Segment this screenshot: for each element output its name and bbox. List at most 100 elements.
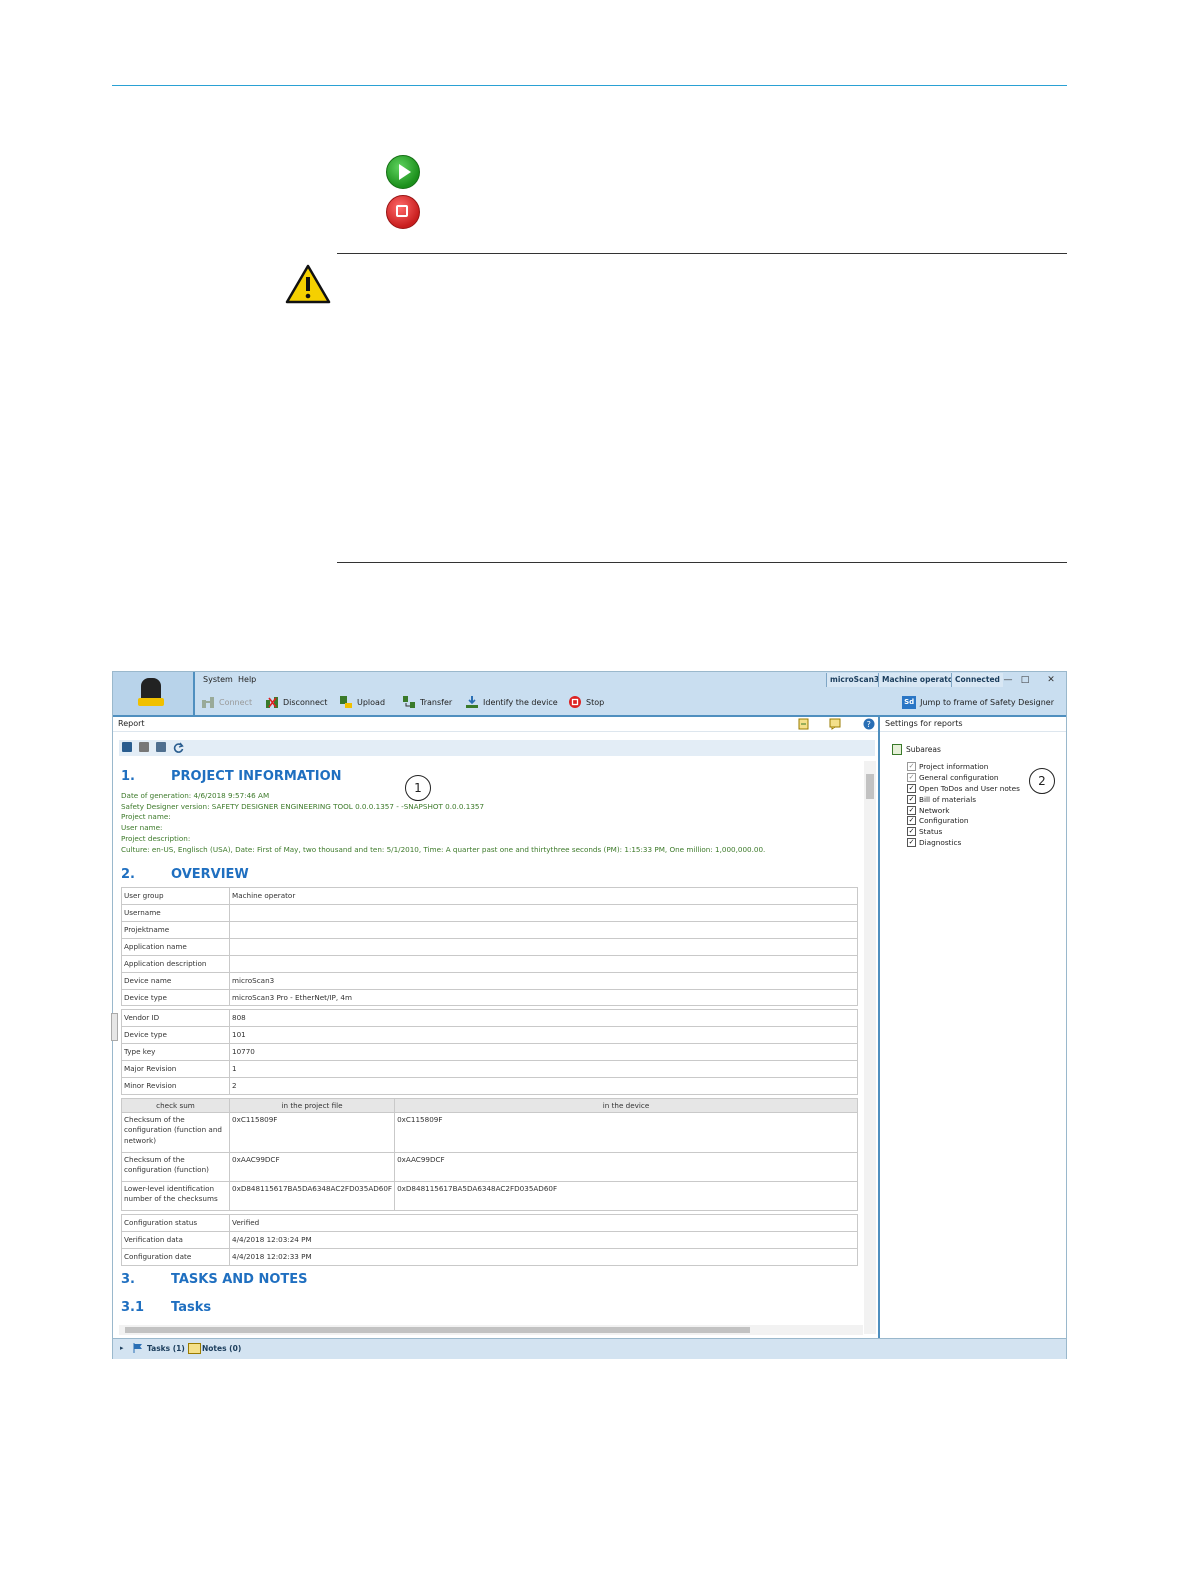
expand-arrow-icon[interactable]: ▸ bbox=[120, 1344, 124, 1352]
stop-button[interactable]: Stop bbox=[568, 694, 604, 710]
subarea-checkbox-item[interactable]: ✓ Project information bbox=[907, 761, 1020, 772]
meta-line: Project description: bbox=[121, 833, 191, 843]
subarea-checkbox-item[interactable]: ✓ Bill of materials bbox=[907, 794, 1020, 805]
row-value: 0xAAC99DCF bbox=[228, 1151, 396, 1182]
help-icon[interactable]: ? bbox=[863, 718, 875, 730]
status-bar: ▸ Tasks (1) Notes (0) bbox=[113, 1338, 1066, 1359]
subarea-checkbox-item[interactable]: ✓ Configuration bbox=[907, 815, 1020, 826]
row-label: Checksum of the configuration (function … bbox=[121, 1111, 230, 1153]
table-row: Application name bbox=[121, 937, 858, 956]
subarea-checkbox-item[interactable]: ✓ Diagnostics bbox=[907, 837, 1020, 848]
meta-line: Date of generation: 4/6/2018 9:57:46 AM bbox=[121, 791, 270, 800]
connect-icon bbox=[201, 695, 215, 709]
maximize-icon[interactable]: □ bbox=[1017, 673, 1033, 687]
report-content: 1. PROJECT INFORMATION Date of generation… bbox=[121, 769, 861, 1334]
row-label: User group bbox=[121, 887, 230, 906]
section-heading-overview: 2. OVERVIEW bbox=[121, 867, 249, 883]
tasks-tab[interactable]: Tasks (1) bbox=[147, 1344, 185, 1353]
section-heading-tasks: 3.1 Tasks bbox=[121, 1299, 212, 1315]
vertical-scrollbar[interactable] bbox=[864, 761, 876, 1334]
table-row: Device type microScan3 Pro - EtherNet/IP,… bbox=[121, 988, 858, 1007]
title-bar: System Help Connect Disconnect Upload Tr… bbox=[113, 672, 1066, 717]
close-icon[interactable]: ✕ bbox=[1043, 673, 1059, 687]
minimize-icon[interactable]: — bbox=[1000, 673, 1016, 687]
checkbox[interactable]: ✓ bbox=[907, 794, 916, 804]
checkbox[interactable]: ✓ bbox=[907, 816, 916, 826]
section-heading-tasks-and-notes: 3. TASKS AND NOTES bbox=[121, 1271, 308, 1287]
checkbox[interactable]: ✓ bbox=[907, 805, 916, 815]
table-row: Lower-level identification number of the… bbox=[121, 1180, 858, 1211]
subarea-checkbox-item[interactable]: ✓ Status bbox=[907, 826, 1020, 837]
report-toolbar bbox=[119, 740, 875, 756]
row-label: Minor Revision bbox=[121, 1077, 230, 1095]
row-value: 10770 bbox=[229, 1043, 858, 1062]
collapse-handle[interactable] bbox=[111, 1013, 118, 1041]
identify-device-button[interactable]: Identify the device bbox=[465, 694, 558, 710]
menu-help[interactable]: Help bbox=[238, 675, 256, 684]
row-label: Major Revision bbox=[121, 1060, 230, 1079]
subarea-label: Open ToDos and User notes bbox=[919, 783, 1020, 793]
ids-table: Vendor ID 808 Device type 101 Type key 10770 M… bbox=[121, 1009, 858, 1095]
subarea-label: Configuration bbox=[919, 816, 969, 826]
upload-button[interactable]: Upload bbox=[339, 694, 385, 710]
row-value: 2 bbox=[229, 1077, 858, 1095]
column-header: check sum bbox=[121, 1097, 230, 1113]
warning-bottom-rule bbox=[337, 562, 1067, 563]
print-icon[interactable] bbox=[139, 742, 149, 752]
horizontal-scrollbar[interactable] bbox=[119, 1325, 863, 1335]
subarea-checkbox-item[interactable]: ✓ Open ToDos and User notes bbox=[907, 783, 1020, 794]
checkbox[interactable]: ✓ bbox=[907, 838, 916, 848]
table-row: Checksum of the configuration (function)… bbox=[121, 1151, 858, 1182]
row-label: Configuration date bbox=[121, 1247, 230, 1266]
menu-system[interactable]: System bbox=[203, 675, 233, 684]
table-row: Verification data 4/4/2018 12:03:24 PM bbox=[121, 1230, 858, 1249]
table-row: Configuration status Verified bbox=[121, 1213, 858, 1232]
row-label: Device type bbox=[121, 1026, 230, 1045]
checkbox[interactable]: ✓ bbox=[907, 761, 916, 771]
notes-tab[interactable]: Notes (0) bbox=[202, 1344, 241, 1353]
export-icon[interactable] bbox=[798, 718, 810, 730]
checkbox[interactable]: ✓ bbox=[907, 772, 916, 782]
row-value: Verified bbox=[229, 1213, 858, 1232]
row-value: 0xC115809F bbox=[394, 1111, 858, 1153]
comment-icon[interactable] bbox=[829, 718, 841, 730]
table-row: Type key 10770 bbox=[121, 1043, 858, 1062]
disconnect-button[interactable]: Disconnect bbox=[265, 694, 327, 710]
table-row: User group Machine operator bbox=[121, 887, 858, 906]
meta-line: Culture: en-US, Englisch (USA), Date: Fi… bbox=[121, 844, 766, 854]
row-label: Device name bbox=[121, 971, 230, 990]
transfer-button[interactable]: Transfer bbox=[402, 694, 452, 710]
safety-designer-icon: Sd bbox=[902, 695, 917, 709]
section-heading-project-information: 1. PROJECT INFORMATION bbox=[121, 769, 342, 784]
row-label: Projektname bbox=[121, 921, 230, 939]
row-value: microScan3 bbox=[229, 971, 858, 990]
subarea-label: General configuration bbox=[919, 772, 999, 782]
row-value: Machine operator bbox=[229, 887, 858, 906]
status-connection: Connected bbox=[951, 673, 1003, 687]
table-row: Major Revision 1 bbox=[121, 1060, 858, 1079]
device-logo bbox=[113, 672, 195, 715]
table-row: Application description bbox=[121, 954, 858, 973]
table-row: Projektname bbox=[121, 921, 858, 939]
jump-to-safety-designer-button[interactable]: Sd Jump to frame of Safety Designer bbox=[902, 694, 1054, 710]
vertical-scroll-thumb[interactable] bbox=[866, 774, 874, 799]
checkbox[interactable]: ✓ bbox=[907, 827, 916, 837]
checkbox[interactable]: ✓ bbox=[907, 783, 916, 793]
row-label: Username bbox=[121, 904, 230, 922]
refresh-icon[interactable] bbox=[173, 742, 184, 753]
scanner-icon bbox=[138, 678, 164, 706]
subarea-checkbox-item[interactable]: ✓ General configuration bbox=[907, 772, 1020, 783]
callout-1: 1 bbox=[405, 775, 431, 801]
row-value bbox=[229, 904, 858, 922]
save-icon[interactable] bbox=[122, 742, 132, 752]
subarea-checkbox-item[interactable]: ✓ Network bbox=[907, 805, 1020, 816]
row-value bbox=[229, 921, 858, 939]
connect-button[interactable]: Connect bbox=[201, 694, 252, 710]
report-pane-title: Report bbox=[113, 717, 878, 732]
callout-2: 2 bbox=[1029, 768, 1055, 794]
overview-table: User group Machine operator Username Projek… bbox=[121, 887, 858, 1007]
stop-icon bbox=[386, 195, 420, 229]
document-icon[interactable] bbox=[156, 742, 166, 752]
header-rule bbox=[112, 85, 1067, 86]
horizontal-scroll-thumb[interactable] bbox=[125, 1327, 750, 1333]
